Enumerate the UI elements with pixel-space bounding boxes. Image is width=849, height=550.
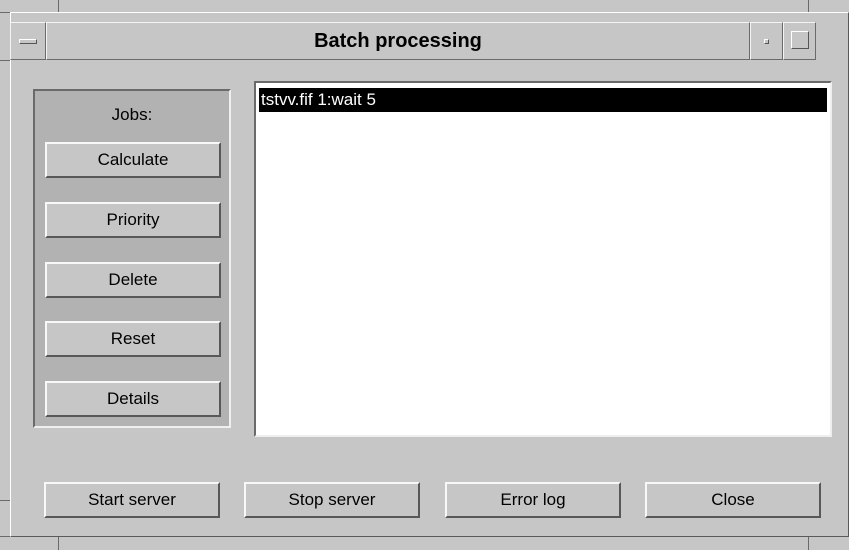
delete-button[interactable]: Delete	[45, 262, 221, 298]
desktop-frame-line	[808, 0, 809, 12]
desktop-frame-line	[0, 60, 10, 61]
maximize-icon	[791, 31, 809, 49]
stop-server-button[interactable]: Stop server	[244, 482, 420, 518]
close-button[interactable]: Close	[645, 482, 821, 518]
error-log-button[interactable]: Error log	[445, 482, 621, 518]
desktop-frame-line	[0, 500, 10, 501]
window-title: Batch processing	[314, 29, 482, 52]
desktop-frame-line	[58, 537, 59, 550]
calculate-button[interactable]: Calculate	[45, 142, 221, 178]
minimize-button[interactable]	[750, 22, 783, 60]
desktop-frame-line	[808, 537, 809, 550]
list-item[interactable]: tstvv.fif 1:wait 5	[259, 88, 827, 112]
start-server-button[interactable]: Start server	[44, 482, 220, 518]
job-list[interactable]: tstvv.fif 1:wait 5	[254, 81, 832, 437]
title-bar: Batch processing	[10, 22, 849, 60]
maximize-button[interactable]	[783, 22, 816, 60]
window-menu-icon	[19, 39, 37, 44]
jobs-panel: Jobs: Calculate Priority Delete Reset De…	[33, 89, 231, 428]
title-bar-drag-area[interactable]: Batch processing	[46, 22, 750, 60]
desktop-frame-line	[58, 0, 59, 12]
priority-button[interactable]: Priority	[45, 202, 221, 238]
window-menu-button[interactable]	[10, 22, 46, 60]
reset-button[interactable]: Reset	[45, 321, 221, 357]
minimize-icon	[764, 39, 769, 44]
jobs-label: Jobs:	[111, 105, 153, 124]
details-button[interactable]: Details	[45, 381, 221, 417]
